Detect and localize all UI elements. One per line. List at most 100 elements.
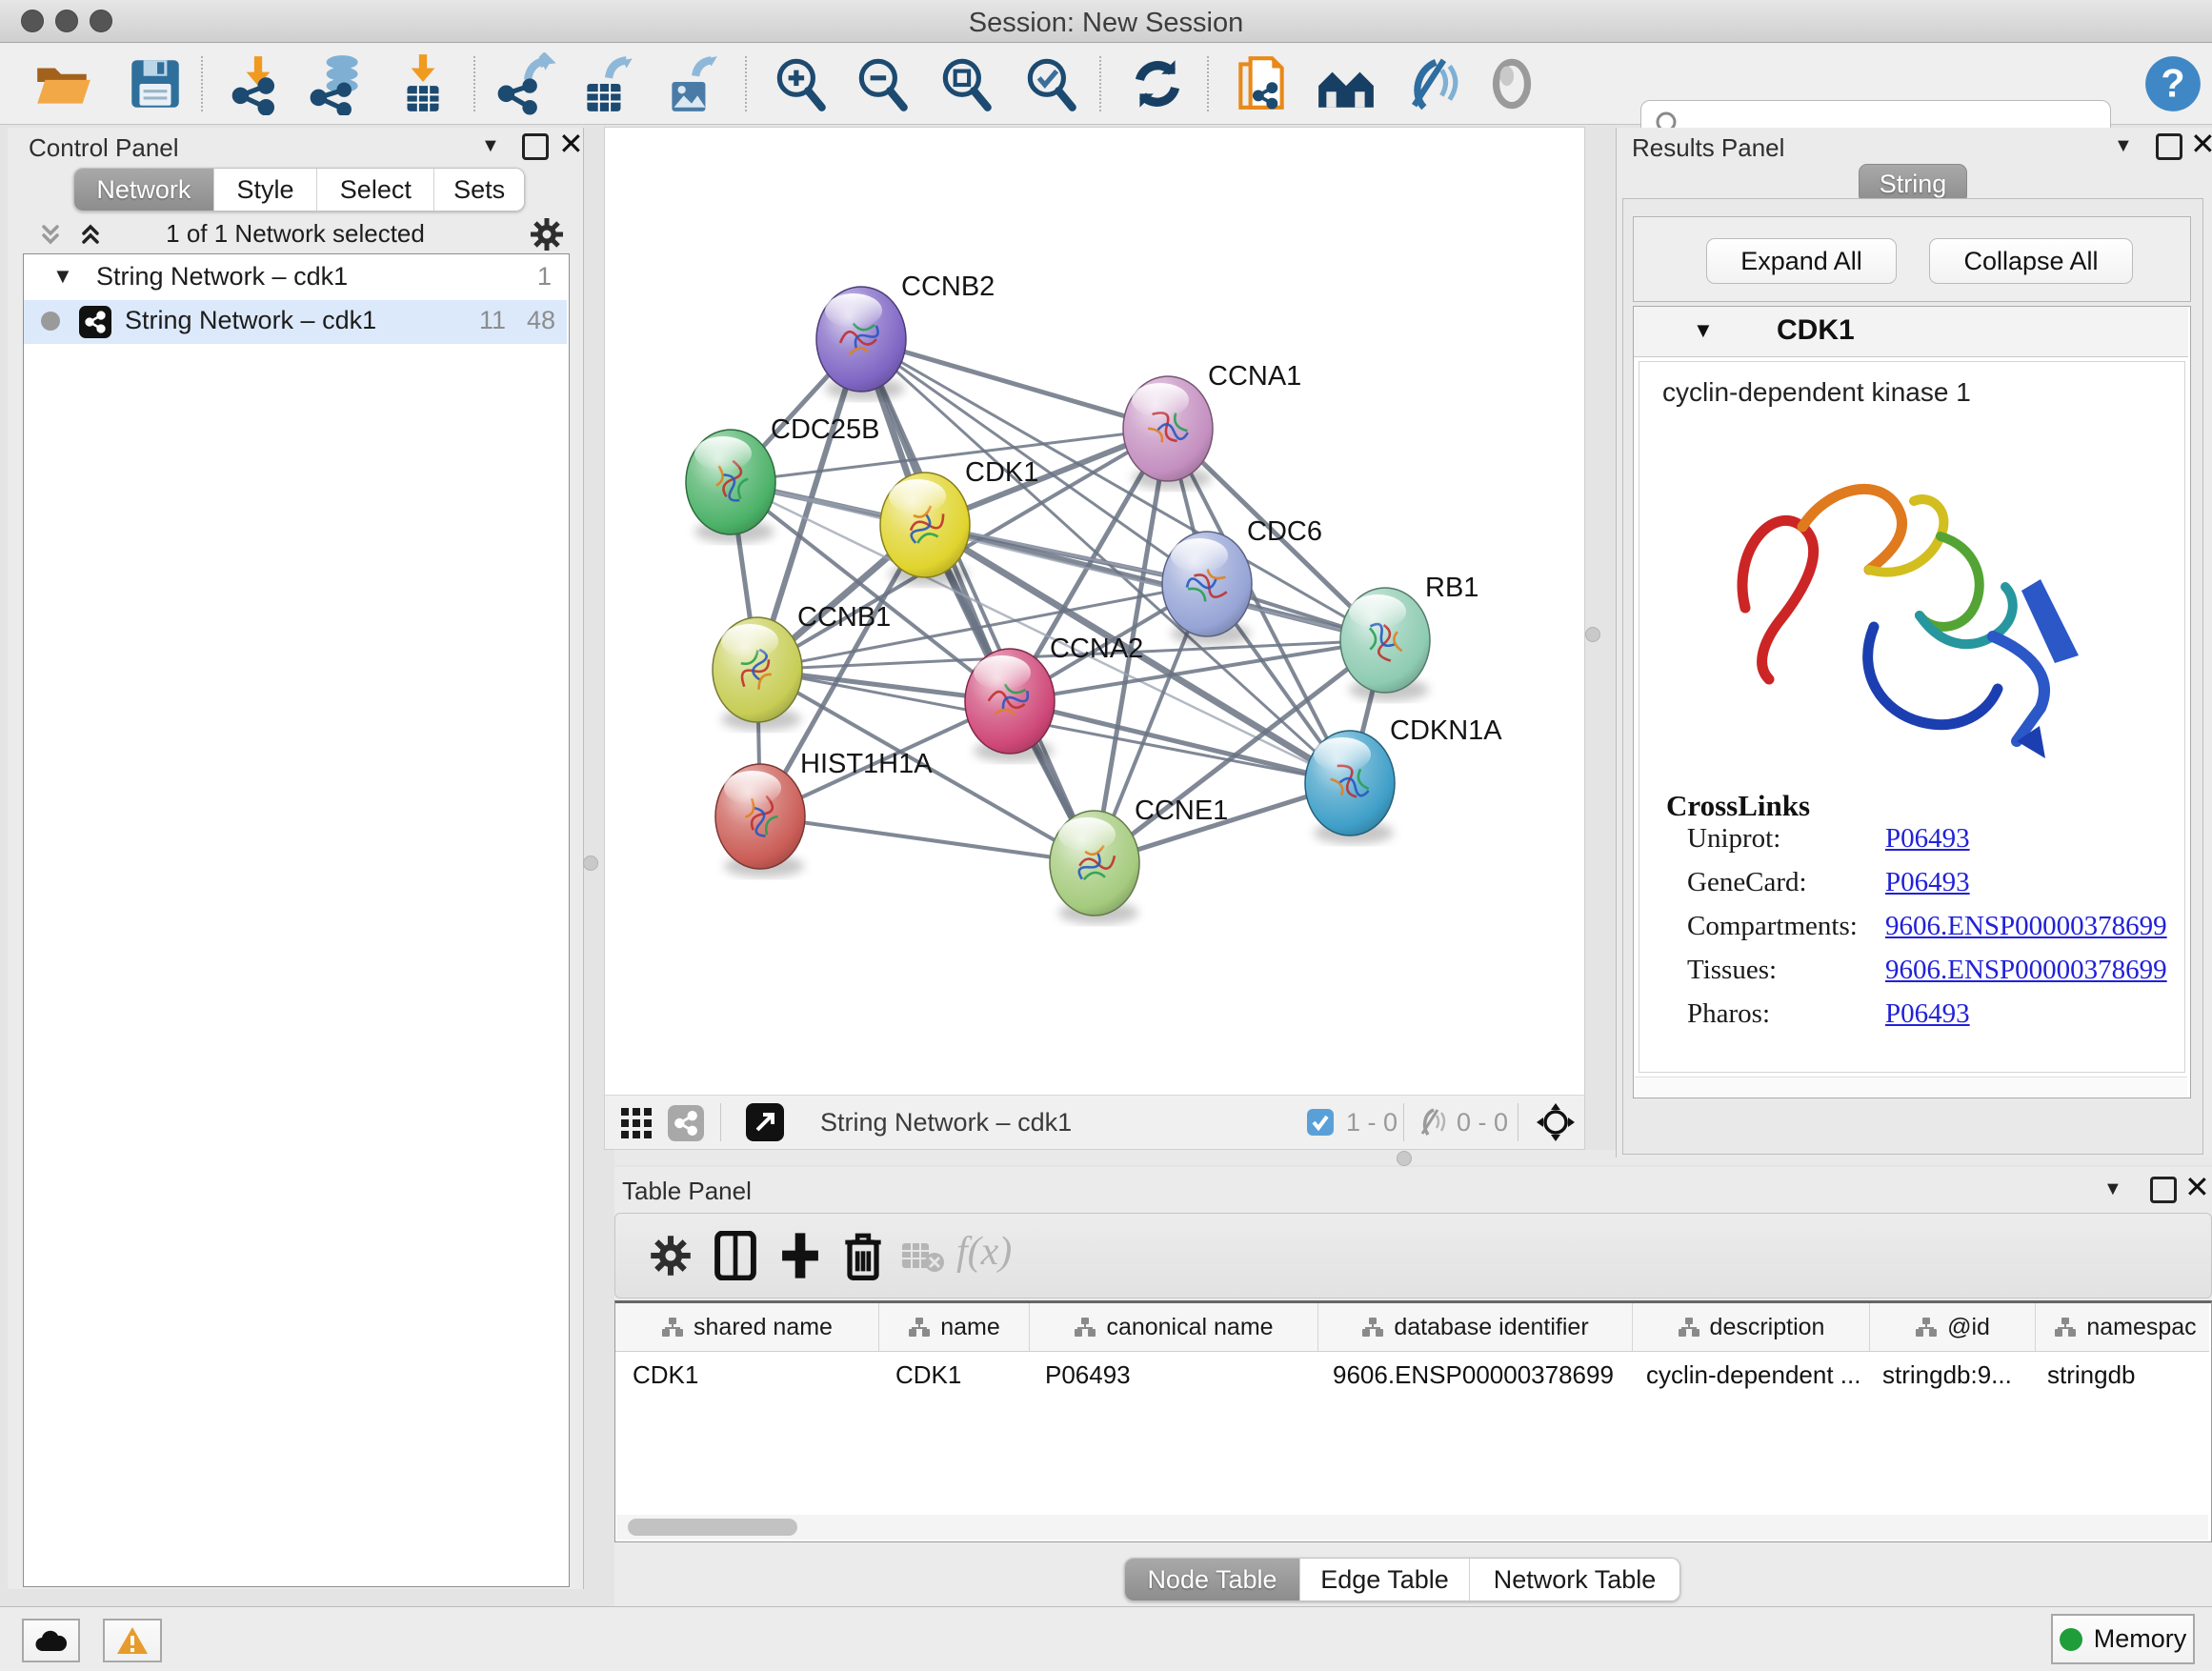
network-collection-row[interactable]: ▼ String Network – cdk1 1 [24, 256, 567, 300]
detach-view-icon[interactable] [746, 1103, 784, 1141]
table-cell[interactable]: stringdb:9... [1865, 1352, 2030, 1398]
network-options-gear-icon[interactable] [530, 217, 564, 252]
grid-view-icon[interactable] [620, 1107, 653, 1139]
network-row-selected[interactable]: String Network – cdk1 11 48 [24, 300, 567, 344]
tab-style[interactable]: Style [214, 169, 318, 211]
crosslink-link[interactable]: P06493 [1885, 867, 1970, 898]
column-header-canonical-name[interactable]: canonical name [1030, 1303, 1318, 1351]
network-graph[interactable]: CCNB2CCNA1CDC25BCDK1CDC6RB1CCNB1CCNA2CDK… [605, 128, 1584, 1096]
bottom-splitter-handle[interactable] [1397, 1151, 1412, 1166]
zoom-selected-icon[interactable] [1019, 52, 1082, 115]
string-home-icon[interactable] [1315, 52, 1377, 115]
crosslink-link[interactable]: P06493 [1885, 823, 1970, 855]
memory-button[interactable]: Memory [2051, 1614, 2195, 1664]
crosslink-label: Uniprot: [1687, 823, 1780, 855]
network-canvas[interactable]: CCNB2CCNA1CDC25BCDK1CDC6RB1CCNB1CCNA2CDK… [604, 127, 1585, 1097]
table-panel-close-icon[interactable]: ✕ [2184, 1175, 2210, 1199]
table-panel: Table Panel ▼ ✕ [614, 1167, 2212, 1606]
node-CCNB1[interactable]: CCNB1 [713, 602, 891, 731]
crosslink-row: Compartments:9606.ENSP00000378699 [1666, 911, 2181, 955]
open-session-icon[interactable] [31, 52, 94, 115]
tab-network[interactable]: Network [74, 169, 214, 211]
left-splitter-handle[interactable] [583, 856, 598, 871]
zoom-fit-icon[interactable] [935, 52, 997, 115]
table-cell[interactable]: CDK1 [878, 1352, 1028, 1398]
import-table-icon[interactable] [392, 52, 454, 115]
node-label-CCNA1: CCNA1 [1208, 361, 1301, 392]
import-network-from-file-icon[interactable] [227, 52, 290, 115]
table-panel-menu-arrow-icon[interactable]: ▼ [2103, 1178, 2122, 1200]
control-panel-menu-arrow-icon[interactable]: ▼ [481, 135, 500, 157]
table-panel-float-icon[interactable] [2150, 1177, 2177, 1203]
column-header-description[interactable]: description [1633, 1303, 1870, 1351]
zoom-in-icon[interactable] [769, 52, 832, 115]
create-column-plus-icon[interactable] [777, 1231, 823, 1280]
tab-select[interactable]: Select [317, 169, 434, 211]
expand-all-button[interactable]: Expand All [1706, 238, 1897, 284]
control-panel-float-icon[interactable] [522, 133, 549, 160]
tab-sets[interactable]: Sets [434, 169, 524, 211]
column-header-shared-name[interactable]: shared name [615, 1303, 879, 1351]
tab-node-table[interactable]: Node Table [1125, 1559, 1300, 1601]
export-image-icon[interactable] [660, 52, 723, 115]
column-header-@id[interactable]: @id [1870, 1303, 2036, 1351]
crosslink-label: GeneCard: [1687, 867, 1807, 898]
control-panel-close-icon[interactable]: ✕ [558, 131, 584, 156]
scrollbar-thumb[interactable] [628, 1519, 797, 1536]
results-panel-close-icon[interactable]: ✕ [2190, 131, 2212, 156]
eye-slash-icon[interactable] [1397, 52, 1459, 115]
crosslink-link[interactable]: P06493 [1885, 998, 1970, 1030]
table-options-gear-icon[interactable] [650, 1235, 692, 1277]
delete-table-icon[interactable] [901, 1240, 945, 1273]
table-row[interactable]: CDK1CDK1P064939606.ENSP00000378699cyclin… [615, 1352, 2209, 1398]
help-icon[interactable]: ? [2142, 52, 2204, 115]
birds-eye-view-icon[interactable] [1537, 1103, 1575, 1141]
table-cell[interactable]: cyclin-dependent ... [1629, 1352, 1865, 1398]
cloud-status-button[interactable] [22, 1619, 80, 1662]
warning-status-button[interactable] [103, 1619, 162, 1662]
column-header-name[interactable]: name [879, 1303, 1030, 1351]
table-cell[interactable]: stringdb [2030, 1352, 2209, 1398]
protein-expander-icon[interactable]: ▼ [1693, 318, 1714, 343]
results-panel-float-icon[interactable] [2156, 133, 2182, 160]
eye-icon[interactable] [1480, 52, 1543, 115]
protein-section-header[interactable]: ▼ CDK1 [1634, 307, 2188, 357]
save-session-icon[interactable] [124, 52, 187, 115]
collapse-all-button[interactable]: Collapse All [1929, 238, 2133, 284]
table-cell[interactable]: P06493 [1028, 1352, 1316, 1398]
zoom-out-icon[interactable] [851, 52, 914, 115]
export-network-icon[interactable] [494, 52, 557, 115]
refresh-icon[interactable] [1126, 52, 1189, 115]
right-splitter-handle[interactable] [1585, 627, 1600, 642]
node-HIST1H1A[interactable]: HIST1H1A [715, 749, 933, 877]
edge-CCNB2-CCNA1[interactable] [861, 339, 1168, 429]
import-network-from-database-icon[interactable] [307, 52, 370, 115]
node-label-CDC6: CDC6 [1247, 516, 1322, 547]
crosslink-link[interactable]: 9606.ENSP00000378699 [1885, 911, 2167, 942]
table-cell[interactable]: CDK1 [615, 1352, 878, 1398]
export-table-icon[interactable] [575, 52, 638, 115]
node-CDK1[interactable]: CDK1 [880, 457, 1038, 586]
node-CDC6[interactable]: CDC6 [1162, 516, 1322, 645]
network-share-view-icon[interactable] [668, 1105, 704, 1141]
results-horizontal-scrollbar[interactable] [1635, 1077, 2187, 1097]
node-CCNE1[interactable]: CCNE1 [1050, 795, 1228, 924]
selected-checkbox-icon[interactable] [1306, 1108, 1335, 1137]
tab-edge-table[interactable]: Edge Table [1300, 1559, 1470, 1601]
column-header-namespac[interactable]: namespac [2036, 1303, 2212, 1351]
results-panel-menu-arrow-icon[interactable]: ▼ [2114, 135, 2133, 157]
table-horizontal-scrollbar[interactable] [616, 1515, 2208, 1540]
network-document-icon[interactable] [1231, 52, 1294, 115]
tab-network-table[interactable]: Network Table [1470, 1559, 1679, 1601]
node-CDKN1A[interactable]: CDKN1A [1305, 715, 1502, 844]
edge-CCNE1-HIST1H1A[interactable] [760, 816, 1095, 863]
collection-expander-icon[interactable]: ▼ [52, 264, 73, 289]
column-header-database-identifier[interactable]: database identifier [1318, 1303, 1633, 1351]
node-table[interactable]: shared namenamecanonical namedatabase id… [614, 1300, 2212, 1542]
crosslink-link[interactable]: 9606.ENSP00000378699 [1885, 955, 2167, 986]
network-label: String Network – cdk1 [125, 306, 376, 335]
delete-column-trash-icon[interactable] [840, 1229, 886, 1282]
show-columns-icon[interactable] [713, 1231, 758, 1280]
node-RB1[interactable]: RB1 [1340, 573, 1478, 701]
table-cell[interactable]: 9606.ENSP00000378699 [1316, 1352, 1629, 1398]
